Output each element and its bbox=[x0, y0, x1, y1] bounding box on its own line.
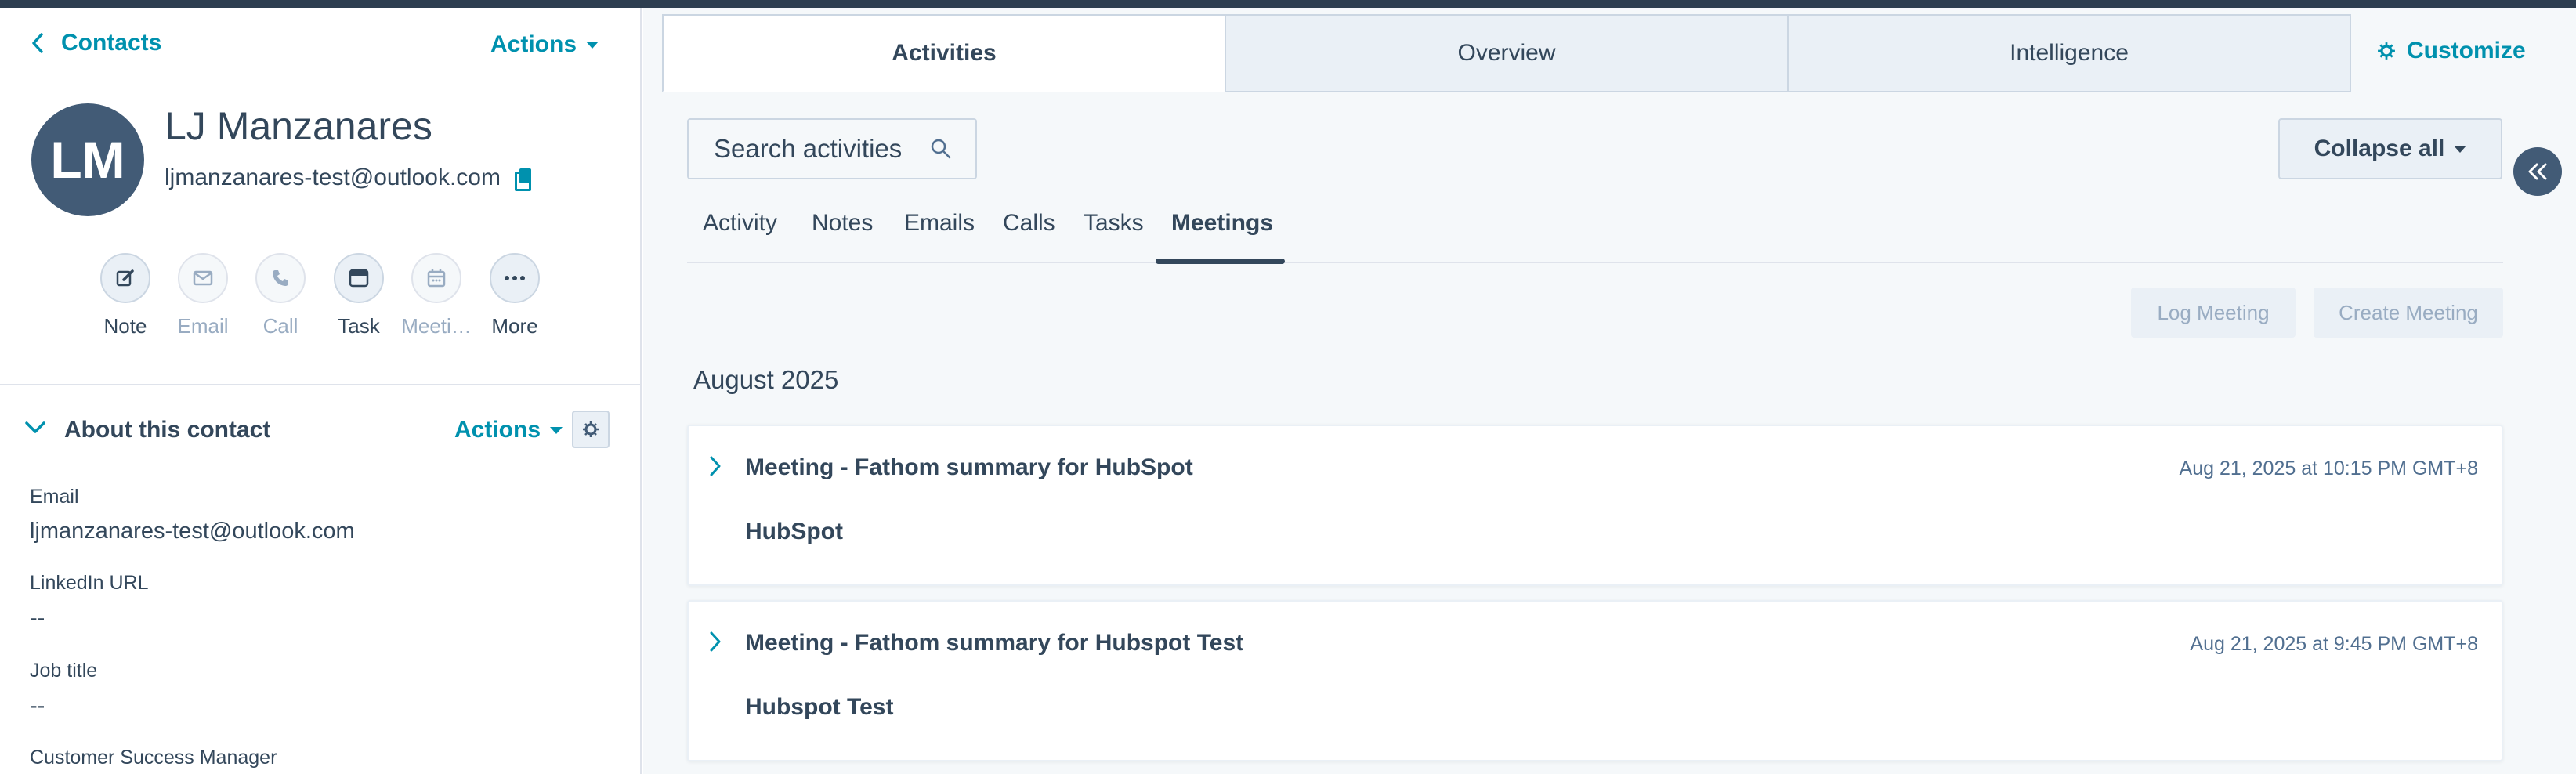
contact-name[interactable]: LJ Manzanares bbox=[165, 103, 432, 149]
chevron-down-icon[interactable] bbox=[25, 421, 45, 434]
chevron-right-icon[interactable] bbox=[709, 631, 722, 652]
collapse-all-button[interactable]: Collapse all bbox=[2278, 118, 2502, 179]
quick-action-label: Note bbox=[103, 314, 147, 338]
edit-icon bbox=[116, 269, 134, 287]
meeting-date: Aug 21, 2025 at 9:45 PM GMT+8 bbox=[2190, 633, 2478, 655]
quick-action-more[interactable]: More bbox=[476, 253, 554, 338]
property-value-email[interactable]: ljmanzanares-test@outlook.com bbox=[30, 519, 355, 544]
actions-label: Actions bbox=[454, 417, 541, 443]
tab-intelligence[interactable]: Intelligence bbox=[1787, 14, 2351, 92]
meeting-subtitle: Hubspot Test bbox=[745, 694, 894, 720]
search-placeholder: Search activities bbox=[714, 134, 903, 163]
copy-icon[interactable] bbox=[514, 168, 532, 191]
chevron-right-icon[interactable] bbox=[709, 456, 722, 476]
create-meeting-button[interactable]: Create Meeting bbox=[2314, 288, 2503, 338]
note-button[interactable] bbox=[100, 253, 150, 303]
subtab-tasks[interactable]: Tasks bbox=[1084, 210, 1144, 237]
quick-action-note[interactable]: Note bbox=[86, 253, 165, 338]
active-subtab-indicator bbox=[1156, 259, 1285, 264]
top-navigation-bar bbox=[0, 0, 2576, 8]
email-button[interactable] bbox=[178, 253, 228, 303]
quick-action-call[interactable]: Call bbox=[241, 253, 320, 338]
caret-down-icon bbox=[550, 426, 563, 434]
back-label: Contacts bbox=[61, 30, 162, 56]
contact-actions-dropdown[interactable]: Actions bbox=[490, 31, 599, 58]
subtab-notes[interactable]: Notes bbox=[812, 210, 873, 237]
meeting-card[interactable]: Meeting - Fathom summary for Hubspot Tes… bbox=[687, 600, 2503, 761]
subtab-calls[interactable]: Calls bbox=[1003, 210, 1055, 237]
task-icon bbox=[349, 269, 369, 288]
activity-filter-tabs: Activity Notes Emails Calls Tasks Meetin… bbox=[687, 202, 2503, 263]
email-icon bbox=[193, 270, 213, 286]
gear-icon bbox=[2378, 42, 2395, 60]
record-tabs: Activities Overview Intelligence bbox=[662, 14, 2351, 92]
property-label-email: Email bbox=[30, 486, 79, 508]
about-section-title[interactable]: About this contact bbox=[64, 417, 270, 443]
task-button[interactable] bbox=[334, 253, 384, 303]
more-icon bbox=[505, 276, 525, 280]
contact-email-header: ljmanzanares-test@outlook.com bbox=[165, 165, 532, 191]
property-value-job-title[interactable]: -- bbox=[30, 693, 45, 719]
caret-down-icon bbox=[2454, 145, 2467, 153]
chevron-left-icon bbox=[32, 33, 43, 53]
property-value-linkedin[interactable]: -- bbox=[30, 606, 45, 631]
quick-action-label: Call bbox=[262, 314, 298, 338]
meeting-title[interactable]: Meeting - Fathom summary for Hubspot Tes… bbox=[745, 630, 1243, 656]
actions-label: Actions bbox=[490, 31, 577, 57]
back-to-contacts-link[interactable]: Contacts bbox=[31, 30, 161, 56]
quick-action-task[interactable]: Task bbox=[320, 253, 398, 338]
log-meeting-button[interactable]: Log Meeting bbox=[2131, 288, 2296, 338]
tab-activities[interactable]: Activities bbox=[662, 14, 1226, 92]
about-settings-button[interactable] bbox=[572, 411, 610, 448]
calendar-icon bbox=[427, 269, 446, 288]
contact-email[interactable]: ljmanzanares-test@outlook.com bbox=[165, 165, 501, 191]
customize-label: Customize bbox=[2407, 38, 2526, 63]
subtab-emails[interactable]: Emails bbox=[904, 210, 975, 237]
section-divider bbox=[0, 384, 640, 385]
phone-icon bbox=[273, 270, 288, 286]
quick-action-label: More bbox=[491, 314, 538, 338]
subtab-activity[interactable]: Activity bbox=[703, 210, 777, 237]
double-chevron-left-icon bbox=[2528, 163, 2547, 180]
quick-action-label: Meeti… bbox=[401, 314, 472, 338]
month-heading: August 2025 bbox=[693, 365, 839, 394]
call-button[interactable] bbox=[255, 253, 306, 303]
contact-sidebar: Contacts Actions LM LJ Manzanares ljmanz… bbox=[0, 8, 642, 774]
more-button[interactable] bbox=[490, 253, 540, 303]
quick-action-meeting[interactable]: Meeti… bbox=[397, 253, 476, 338]
customize-button[interactable]: Customize bbox=[2377, 38, 2526, 64]
meeting-title[interactable]: Meeting - Fathom summary for HubSpot bbox=[745, 454, 1193, 481]
meeting-button[interactable] bbox=[411, 253, 461, 303]
gear-icon bbox=[583, 421, 599, 437]
quick-action-label: Task bbox=[338, 314, 380, 338]
property-label-job-title: Job title bbox=[30, 660, 98, 682]
tab-overview[interactable]: Overview bbox=[1225, 14, 1789, 92]
meeting-card[interactable]: Meeting - Fathom summary for HubSpot Aug… bbox=[687, 425, 2503, 586]
caret-down-icon bbox=[586, 41, 599, 49]
meeting-subtitle: HubSpot bbox=[745, 519, 843, 544]
collapse-label: Collapse all bbox=[2314, 136, 2445, 161]
meeting-date: Aug 21, 2025 at 10:15 PM GMT+8 bbox=[2179, 458, 2478, 479]
avatar: LM bbox=[31, 103, 144, 216]
quick-action-email[interactable]: Email bbox=[164, 253, 242, 338]
search-activities-input[interactable]: Search activities bbox=[687, 118, 977, 179]
subtab-meetings[interactable]: Meetings bbox=[1171, 210, 1273, 237]
sidebar-toggle-button[interactable] bbox=[2513, 147, 2562, 196]
property-label-csm: Customer Success Manager bbox=[30, 747, 277, 769]
search-icon bbox=[931, 139, 951, 159]
property-label-linkedin: LinkedIn URL bbox=[30, 572, 149, 594]
about-actions-dropdown[interactable]: Actions bbox=[454, 417, 563, 443]
quick-action-label: Email bbox=[177, 314, 229, 338]
